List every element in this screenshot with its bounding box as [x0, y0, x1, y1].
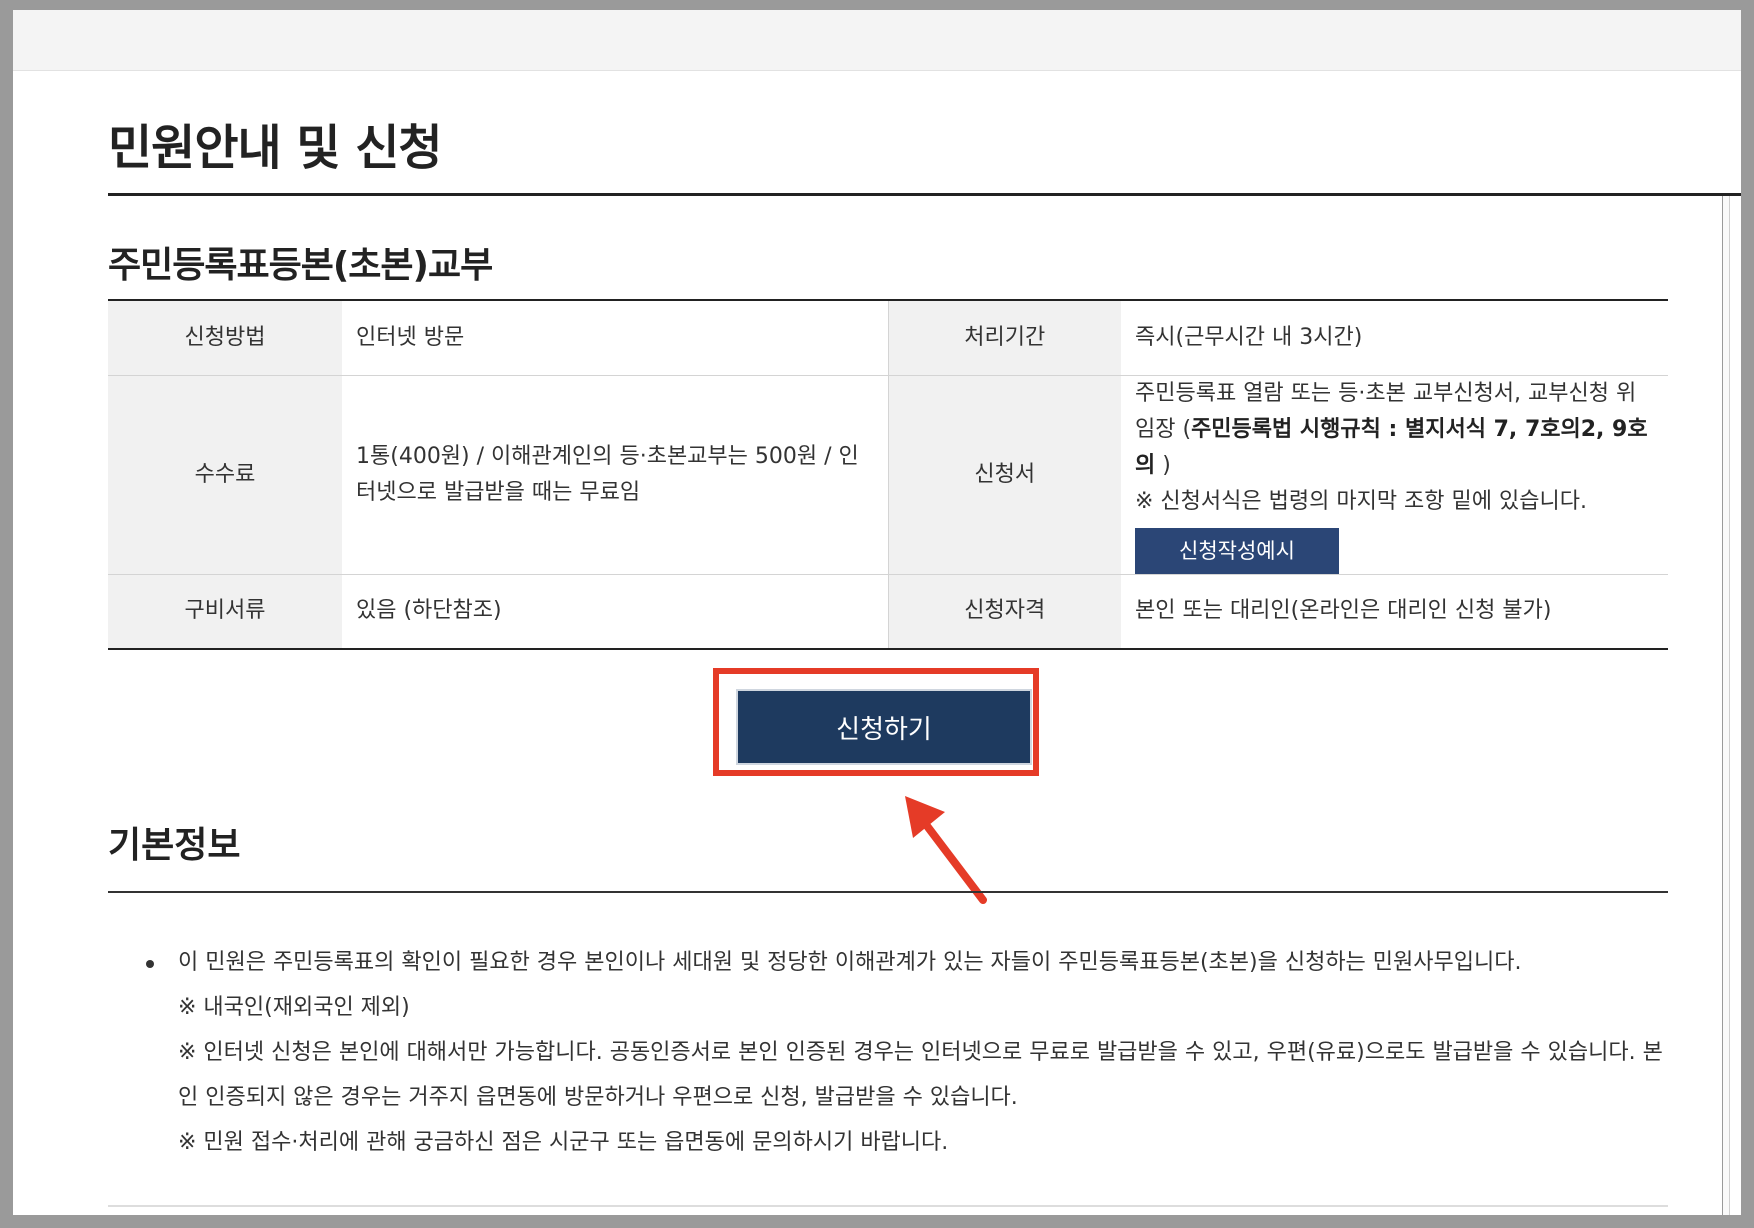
form-law-reference: 주민등록법 시행규칙 : 별지서식 7, 7호의2, 9호의	[1135, 416, 1648, 478]
note-inquiry: ※ 민원 접수·처리에 관해 궁금하신 점은 시군구 또는 읍면동에 문의하시기…	[178, 1130, 949, 1155]
qualification-label: 신청자격	[887, 574, 1121, 649]
page-title: 민원안내 및 신청	[108, 120, 443, 176]
form-note: ※ 신청서식은 법령의 마지막 조항 밑에 있습니다.	[1135, 488, 1587, 514]
top-bar	[13, 10, 1741, 71]
fee-value: 1통(400원) / 이해관계인의 등·초본교부는 500원 / 인터넷으로 발…	[356, 443, 859, 505]
bullet-icon	[146, 960, 154, 968]
title-divider	[108, 193, 1741, 196]
basic-info-title: 기본정보	[108, 825, 241, 866]
apply-button[interactable]: 신청하기	[736, 689, 1032, 765]
period-label: 처리기간	[887, 300, 1121, 375]
basic-info-divider	[108, 891, 1668, 893]
info-table: 신청방법 인터넷 방문 처리기간 즉시(근무시간 내 3시간) 수수료 1통(4…	[108, 299, 1668, 650]
basic-info-text: 이 민원은 주민등록표의 확인이 필요한 경우 본인이나 세대원 및 정당한 이…	[178, 950, 1522, 975]
fee-label: 수수료	[108, 375, 342, 574]
form-value: 주민등록표 열람 또는 등·초본 교부신청서, 교부신청 위임장 (주민등록법 …	[1121, 375, 1668, 574]
note-internet: ※ 인터넷 신청은 본인에 대해서만 가능합니다. 공동인증서로 본인 인증된 …	[178, 1040, 1663, 1110]
form-text-end: )	[1155, 452, 1171, 478]
basic-info-list: 이 민원은 주민등록표의 확인이 필요한 경우 본인이나 세대원 및 정당한 이…	[108, 940, 1668, 1165]
form-label: 신청서	[887, 375, 1121, 574]
form-example-button[interactable]: 신청작성예시	[1135, 527, 1339, 574]
qualification-value: 본인 또는 대리인(온라인은 대리인 신청 불가)	[1135, 598, 1552, 624]
bottom-divider	[108, 1205, 1668, 1207]
section-title: 주민등록표등본(초본)교부	[108, 245, 493, 286]
table-row: 수수료 1통(400원) / 이해관계인의 등·초본교부는 500원 / 인터넷…	[108, 375, 1668, 574]
note-domestic: ※ 내국인(재외국인 제외)	[178, 995, 410, 1020]
method-value: 인터넷 방문	[356, 324, 465, 350]
list-item: 이 민원은 주민등록표의 확인이 필요한 경우 본인이나 세대원 및 정당한 이…	[108, 940, 1668, 1165]
docs-value: 있음 (하단참조)	[356, 598, 502, 624]
table-row: 구비서류 있음 (하단참조) 신청자격 본인 또는 대리인(온라인은 대리인 신…	[108, 574, 1668, 649]
method-label: 신청방법	[108, 300, 342, 375]
docs-label: 구비서류	[108, 574, 342, 649]
browser-window: 민원안내 및 신청 주민등록표등본(초본)교부 신청방법 인터넷 방문 처리기간…	[13, 10, 1741, 1215]
table-row: 신청방법 인터넷 방문 처리기간 즉시(근무시간 내 3시간)	[108, 300, 1668, 375]
scrollbar[interactable]	[1722, 196, 1730, 1215]
period-value: 즉시(근무시간 내 3시간)	[1135, 324, 1363, 350]
